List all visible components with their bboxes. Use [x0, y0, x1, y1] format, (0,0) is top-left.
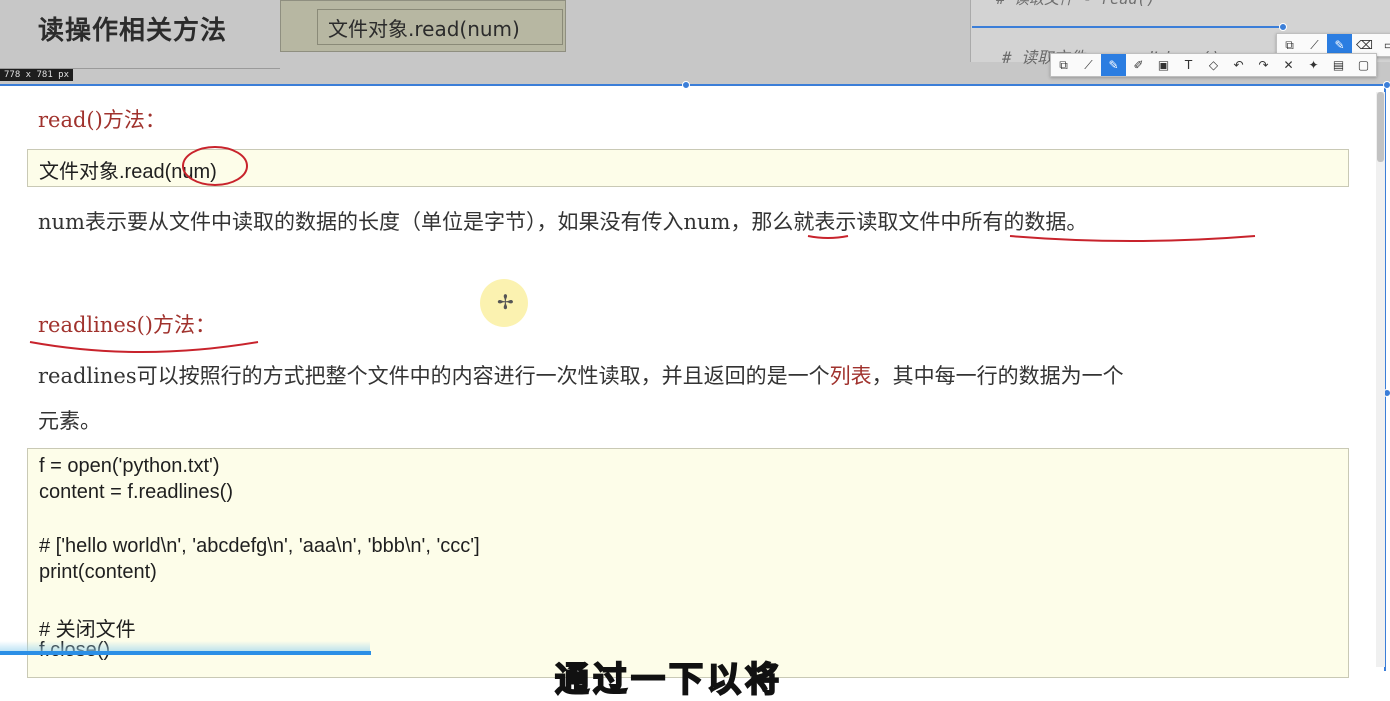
read-code-box: 文件对象.read(num): [27, 149, 1349, 187]
window-icon[interactable]: ▭: [1377, 34, 1390, 56]
read-method-title: read()方法：: [38, 108, 166, 132]
read-code-text: 文件对象.read(num): [39, 161, 217, 183]
code-line: f = open('python.txt'): [39, 455, 220, 477]
selection-dimension-label: 778 x 781 px: [0, 69, 74, 81]
cursor-highlight: ✢: [480, 279, 528, 327]
readlines-desc-post: ，其中每一行的数据为一个: [871, 364, 1124, 388]
code-line: print(content): [39, 561, 157, 583]
readlines-desc-highlight: 列表: [829, 364, 872, 388]
selection-handle-top[interactable]: [682, 81, 690, 89]
editor-top-line: # 读取文件 - read(): [996, 0, 1155, 9]
readlines-description-line2: 元素。: [38, 409, 101, 433]
redo-icon[interactable]: ↷: [1251, 54, 1276, 76]
annotation-toolbar-secondary: ⧉ ⟋ ✎ ✐ ▣ T ◇ ↶ ↷ ✕ ✦ ▤ ▢: [1050, 53, 1377, 77]
crosshair-icon: ✢: [497, 290, 514, 314]
save-icon[interactable]: ▤: [1326, 54, 1351, 76]
video-progress-bar[interactable]: [0, 651, 372, 655]
close-icon[interactable]: ✕: [1276, 54, 1301, 76]
pin-icon[interactable]: ✦: [1301, 54, 1326, 76]
header-code-chip-text: 文件对象.read(num): [317, 9, 563, 45]
slide-heading: 读操作相关方法: [38, 16, 228, 46]
read-description: num表示要从文件中读取的数据的长度（单位是字节），如果没有传入num，那么就表…: [38, 210, 1088, 234]
selection-handle-editor[interactable]: [1279, 23, 1287, 31]
trend-icon[interactable]: ⟋: [1076, 54, 1101, 76]
text-icon[interactable]: T: [1176, 54, 1201, 76]
editor-selection-line: [972, 26, 1282, 28]
readlines-desc-pre: readlines可以按照行的方式把整个文件中的内容进行一次性读取，并且返回的是…: [38, 364, 830, 388]
header-code-chip: 文件对象.read(num): [280, 0, 566, 52]
copy-icon[interactable]: ⧉: [1051, 54, 1076, 76]
clipboard-icon[interactable]: ▢: [1351, 54, 1376, 76]
progress-glow: [0, 641, 370, 651]
scrollbar-thumb[interactable]: [1377, 92, 1384, 162]
video-subtitle: 通过一下以将: [554, 659, 783, 701]
code-line: # 关闭文件: [39, 619, 136, 641]
code-line: content = f.readlines(): [39, 481, 233, 503]
selection-handle-corner[interactable]: [1383, 81, 1390, 89]
code-line: # ['hello world\n', 'abcdefg\n', 'aaa\n'…: [39, 535, 480, 557]
undo-icon[interactable]: ↶: [1226, 54, 1251, 76]
eraser-icon[interactable]: ◇: [1201, 54, 1226, 76]
marker-icon[interactable]: ✐: [1126, 54, 1151, 76]
fill-icon[interactable]: ▣: [1151, 54, 1176, 76]
document-scrollbar[interactable]: [1376, 92, 1385, 667]
readlines-description: readlines可以按照行的方式把整个文件中的内容进行一次性读取，并且返回的是…: [38, 360, 1124, 390]
pen-icon[interactable]: ✎: [1101, 54, 1126, 76]
readlines-method-title: readlines()方法：: [38, 313, 216, 337]
